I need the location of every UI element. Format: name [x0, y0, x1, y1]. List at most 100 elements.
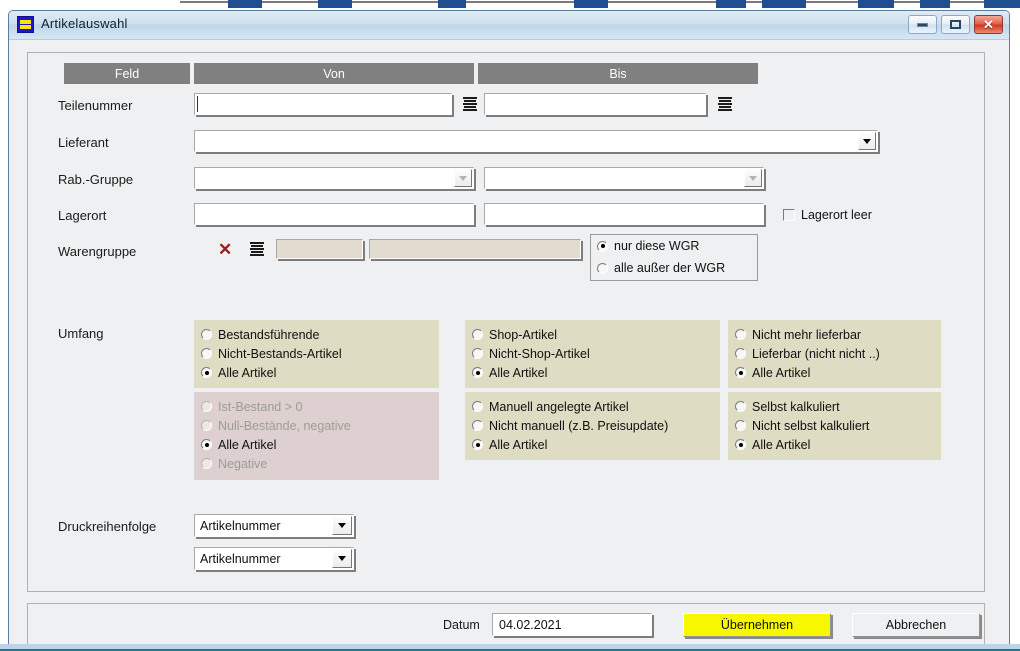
druckreihenfolge-first-dropdown-button[interactable] [332, 516, 352, 535]
ist-bestand-label-3: Negative [218, 456, 268, 471]
datum-value: 04.02.2021 [499, 617, 562, 632]
rabgruppe-bis-combo[interactable] [484, 167, 764, 189]
shop-option-0[interactable]: Shop-Artikel [472, 325, 713, 344]
datum-input[interactable]: 04.02.2021 [492, 613, 652, 636]
shop-label-0: Shop-Artikel [489, 327, 558, 342]
kalkuliert-option-2[interactable]: Alle Artikel [735, 435, 934, 454]
radio-dot [472, 420, 483, 431]
close-icon: ✕ [983, 17, 994, 32]
label-druckreihenfolge: Druckreihenfolge [58, 519, 157, 534]
radio-dot [472, 401, 483, 412]
bestand-label-0: Bestandsführende [218, 327, 320, 342]
wgr-mode-option-0[interactable]: nur diese WGR [591, 235, 757, 257]
background-tab [716, 0, 746, 8]
kalkuliert-group: Selbst kalkuliert Nicht selbst kalkulier… [728, 392, 941, 460]
artikelauswahl-window: Artikelauswahl ✕ Feld Von Bis Teilenumme… [8, 10, 1010, 648]
radio-dot [201, 458, 212, 469]
lieferant-combo[interactable] [194, 130, 878, 152]
radio-dot [735, 348, 746, 359]
background-tab [920, 0, 950, 8]
manuell-label-2: Alle Artikel [489, 437, 548, 452]
bestand-option-0[interactable]: Bestandsführende [201, 325, 432, 344]
background-tab [762, 0, 806, 8]
druckreihenfolge-first-combo[interactable]: Artikelnummer [194, 514, 354, 537]
kalkuliert-option-1[interactable]: Nicht selbst kalkuliert [735, 416, 934, 435]
window-controls: ✕ [908, 15, 1003, 34]
radio-dot [472, 439, 483, 450]
druckreihenfolge-first-value: Artikelnummer [200, 518, 281, 533]
lieferant-dropdown-button[interactable] [858, 132, 876, 150]
wgr-mode-label-1: alle außer der WGR [614, 261, 726, 275]
rabgruppe-bis-dropdown-button[interactable] [744, 169, 762, 187]
shop-option-1[interactable]: Nicht-Shop-Artikel [472, 344, 713, 363]
druckreihenfolge-second-combo[interactable]: Artikelnummer [194, 547, 354, 570]
bestand-option-2[interactable]: Alle Artikel [201, 363, 432, 382]
lagerort-von-input[interactable] [194, 203, 474, 225]
radio-dot [472, 367, 483, 378]
warengruppe-list-icon[interactable] [250, 242, 264, 256]
clear-x-icon[interactable]: ✕ [218, 241, 232, 258]
teilenummer-von-input[interactable] [194, 93, 452, 115]
column-header-von: Von [194, 63, 474, 84]
rabgruppe-von-dropdown-button[interactable] [454, 169, 472, 187]
manuell-option-2[interactable]: Alle Artikel [472, 435, 713, 454]
submit-button[interactable]: Übernehmen [683, 613, 831, 637]
warengruppe-von-input[interactable] [276, 239, 363, 259]
label-warengruppe: Warengruppe [58, 244, 137, 259]
desktop-bottom-edge [0, 644, 1020, 651]
radio-dot [201, 401, 212, 412]
label-lagerort: Lagerort [58, 208, 107, 223]
lieferbar-label-2: Alle Artikel [752, 365, 811, 380]
teilenummer-bis-list-icon[interactable] [718, 97, 732, 111]
chevron-down-icon [749, 175, 757, 181]
teilenummer-bis-input[interactable] [484, 93, 706, 115]
wgr-mode-label-0: nur diese WGR [614, 239, 700, 253]
radio-dot [201, 439, 212, 450]
shop-label-1: Nicht-Shop-Artikel [489, 346, 590, 361]
manuell-option-1[interactable]: Nicht manuell (z.B. Preisupdate) [472, 416, 713, 435]
lieferbar-option-1[interactable]: Lieferbar (nicht nicht ..) [735, 344, 934, 363]
lagerort-leer-label: Lagerort leer [801, 208, 872, 222]
column-header-bis: Bis [478, 63, 758, 84]
minimize-button[interactable] [908, 15, 937, 34]
lieferbar-option-0[interactable]: Nicht mehr lieferbar [735, 325, 934, 344]
lagerort-leer-checkbox[interactable]: Lagerort leer [783, 208, 872, 222]
radio-dot [597, 262, 608, 274]
rabgruppe-von-combo[interactable] [194, 167, 474, 189]
druckreihenfolge-second-dropdown-button[interactable] [332, 549, 352, 568]
manuell-option-0[interactable]: Manuell angelegte Artikel [472, 397, 713, 416]
maximize-button[interactable] [941, 15, 970, 34]
label-datum: Datum [443, 618, 480, 632]
ist-bestand-option-0: Ist-Bestand > 0 [201, 397, 432, 416]
kalkuliert-option-0[interactable]: Selbst kalkuliert [735, 397, 934, 416]
radio-dot [201, 367, 212, 378]
window-title: Artikelauswahl [41, 16, 128, 31]
teilenummer-von-list-icon[interactable] [463, 97, 477, 111]
lieferbar-option-2[interactable]: Alle Artikel [735, 363, 934, 382]
label-lieferant: Lieferant [58, 135, 109, 150]
close-button[interactable]: ✕ [974, 15, 1003, 34]
lagerort-bis-input[interactable] [484, 203, 764, 225]
chevron-down-icon [338, 523, 346, 528]
cancel-button[interactable]: Abbrechen [852, 613, 980, 637]
ist-bestand-option-2[interactable]: Alle Artikel [201, 435, 432, 454]
druckreihenfolge-second-value: Artikelnummer [200, 551, 281, 566]
warengruppe-bis-input[interactable] [369, 239, 581, 259]
text-caret [197, 96, 198, 112]
list-document-icon [17, 16, 34, 33]
footer-bar: Datum 04.02.2021 Übernehmen Abbrechen [27, 603, 985, 648]
wgr-mode-option-1[interactable]: alle außer der WGR [591, 257, 757, 279]
background-tab [438, 0, 466, 8]
checkbox-box [783, 209, 795, 221]
chevron-down-icon [459, 175, 467, 181]
bestand-option-1[interactable]: Nicht-Bestands-Artikel [201, 344, 432, 363]
maximize-icon [950, 20, 961, 29]
radio-dot [735, 329, 746, 340]
radio-dot [201, 329, 212, 340]
background-tab [318, 0, 352, 8]
chevron-down-icon [338, 556, 346, 561]
label-umfang: Umfang [58, 326, 104, 341]
shop-group: Shop-Artikel Nicht-Shop-Artikel Alle Art… [465, 320, 720, 388]
lieferbar-label-1: Lieferbar (nicht nicht ..) [752, 346, 880, 361]
shop-option-2[interactable]: Alle Artikel [472, 363, 713, 382]
